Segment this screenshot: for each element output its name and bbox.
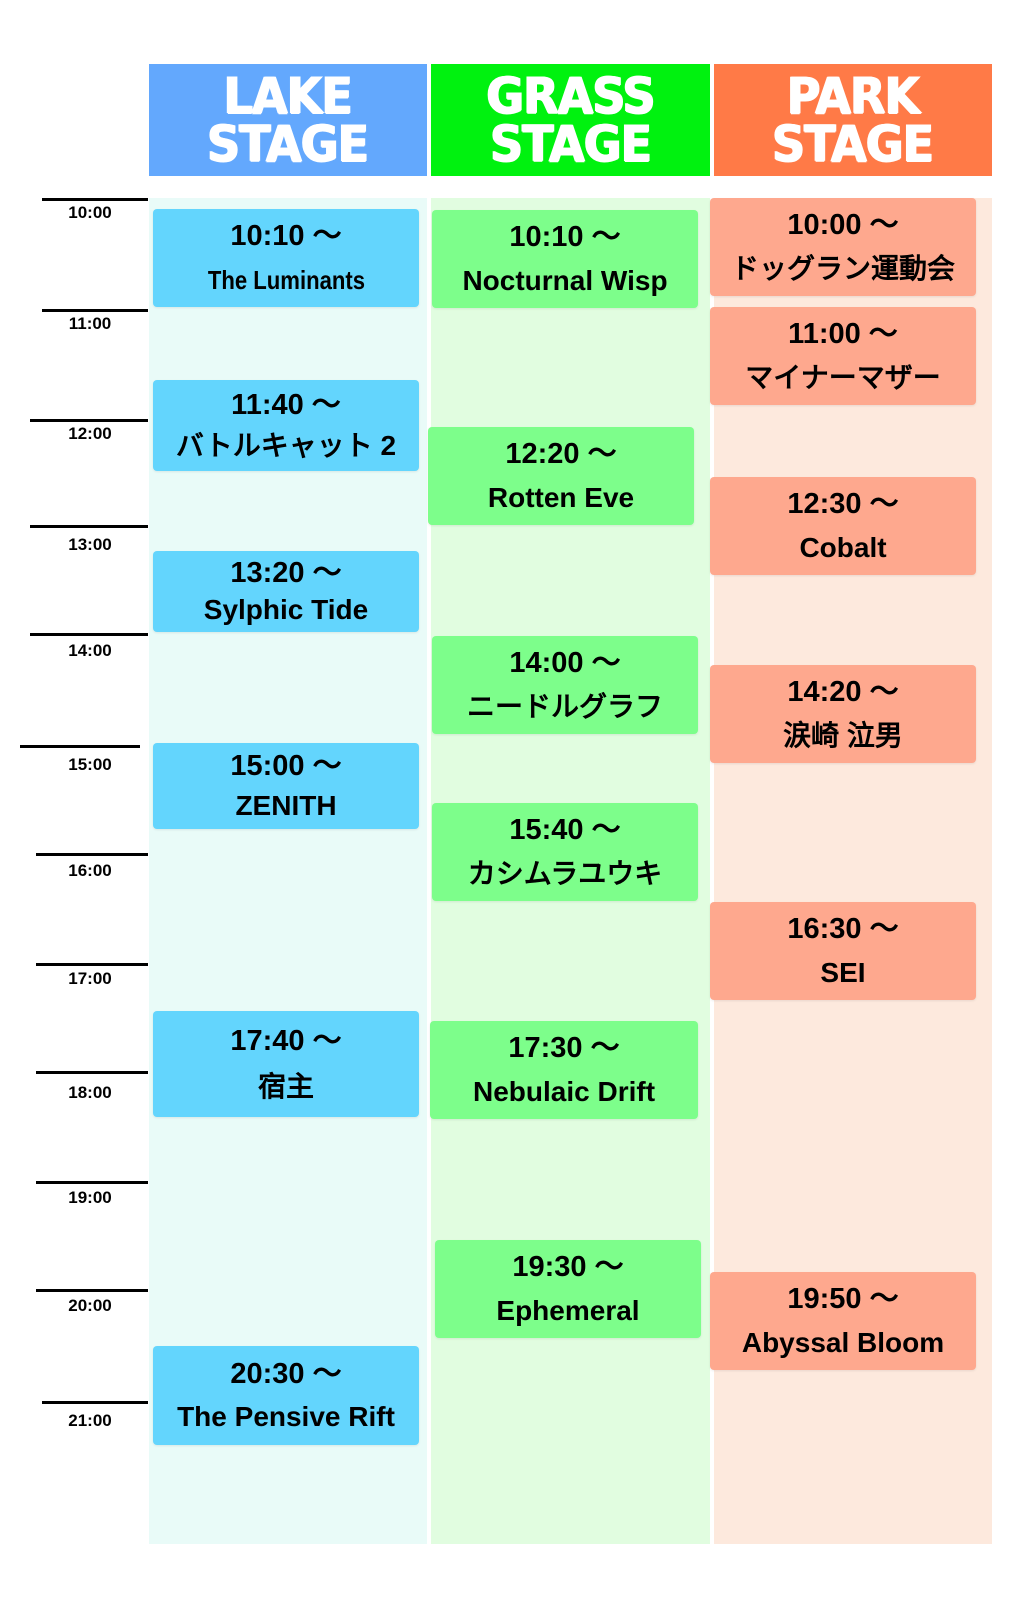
slot-artist: Sylphic Tide — [203, 594, 369, 626]
slot-artist: Nebulaic Drift — [472, 1075, 656, 1107]
hour-line — [42, 198, 148, 201]
slot-artist: ニードルグラフ — [466, 690, 663, 722]
time-label: 12:00 — [68, 424, 112, 443]
slot-artist: The Pensive Rift — [177, 1401, 395, 1433]
slot-time: 14:20 ～ — [787, 676, 899, 709]
lake-slot-the-luminants[interactable]: 10:10 ～ The Luminants — [153, 209, 419, 307]
hour-line — [36, 1289, 148, 1292]
hour-line — [30, 419, 148, 422]
slot-time: 20:30 ～ — [230, 1357, 342, 1390]
lake-slot-zenith[interactable]: 15:00 ～ ZENITH — [153, 743, 419, 829]
slot-time: 14:00 ～ — [509, 647, 621, 680]
park-slot-sei[interactable]: 16:30 ～ SEI — [710, 902, 976, 1000]
slot-artist: The Luminants — [207, 264, 365, 295]
time-label: 16:00 — [68, 861, 112, 880]
slot-time: 15:40 ～ — [509, 814, 621, 847]
slot-artist: ZENITH — [235, 789, 337, 821]
time-label: 14:00 — [68, 641, 112, 660]
time-label: 21:00 — [68, 1411, 112, 1430]
hour-line — [36, 1071, 148, 1074]
park-slot-abyssal-bloom[interactable]: 19:50 ～ Abyssal Bloom — [710, 1272, 976, 1370]
slot-time: 10:10 ～ — [230, 220, 342, 253]
park-slot-minor-mother[interactable]: 11:00 ～ マイナーマザー — [710, 307, 976, 405]
slot-artist: 涙崎 泣男 — [783, 719, 903, 751]
lake-slot-the-pensive-rift[interactable]: 20:30 ～ The Pensive Rift — [153, 1346, 419, 1445]
hour-line — [20, 745, 140, 748]
park-slot-dogrun-undoukai[interactable]: 10:00 ～ ドッグラン運動会 — [710, 198, 976, 296]
grass-stage-header: GRASS STAGE — [431, 64, 710, 176]
hour-line — [42, 309, 148, 312]
slot-artist: Abyssal Bloom — [741, 1326, 945, 1358]
time-label: 20:00 — [68, 1296, 112, 1315]
park-stage-title-line1: PARK — [786, 67, 920, 125]
park-slot-namidazaki-nakio[interactable]: 14:20 ～ 涙崎 泣男 — [710, 665, 976, 763]
slot-time: 15:00 ～ — [230, 750, 342, 783]
time-label: 11:00 — [68, 314, 112, 333]
hour-line — [30, 525, 148, 528]
slot-artist: Cobalt — [799, 531, 887, 563]
slot-time: 17:30 ～ — [508, 1032, 620, 1065]
hour-line — [36, 853, 148, 856]
lake-slot-shukushu[interactable]: 17:40 ～ 宿主 — [153, 1011, 419, 1117]
lake-stage-header: LAKE STAGE — [149, 64, 427, 176]
slot-artist: ドッグラン運動会 — [730, 252, 955, 284]
time-label: 19:00 — [68, 1188, 112, 1207]
slot-artist: SEI — [820, 956, 866, 988]
hour-line — [36, 963, 148, 966]
time-label: 17:00 — [68, 969, 112, 988]
time-label: 15:00 — [68, 755, 112, 774]
slot-artist: カシムラユウキ — [467, 857, 663, 889]
time-label: 18:00 — [68, 1083, 112, 1102]
grass-slot-nocturnal-wisp[interactable]: 10:10 ～ Nocturnal Wisp — [432, 210, 698, 308]
slot-time: 13:20 ～ — [230, 556, 342, 589]
lake-slot-battlecat-2[interactable]: 11:40 ～ バトルキャット 2 — [153, 380, 419, 471]
lake-stage-title-line2: STAGE — [207, 115, 369, 173]
time-label: 10:00 — [68, 203, 112, 222]
park-slot-cobalt[interactable]: 12:30 ～ Cobalt — [710, 477, 976, 575]
lake-slot-sylphic-tide[interactable]: 13:20 ～ Sylphic Tide — [153, 551, 419, 632]
hour-line — [42, 1401, 148, 1404]
grass-slot-kashimura-yuuki[interactable]: 15:40 ～ カシムラユウキ — [432, 803, 698, 901]
slot-time: 10:00 ～ — [787, 209, 899, 242]
slot-artist: Rotten Eve — [487, 481, 635, 513]
grass-stage-title-line1: GRASS — [486, 67, 655, 125]
slot-time: 12:20 ～ — [505, 438, 617, 471]
slot-artist: 宿主 — [257, 1071, 314, 1102]
slot-time: 16:30 ～ — [787, 913, 899, 946]
slot-time: 17:40 ～ — [230, 1025, 342, 1057]
grass-slot-rotten-eve[interactable]: 12:20 ～ Rotten Eve — [428, 427, 694, 525]
hour-line — [36, 1181, 148, 1184]
slot-artist: Ephemeral — [496, 1294, 640, 1326]
slot-artist: Nocturnal Wisp — [462, 264, 668, 296]
grass-stage-title-line2: STAGE — [489, 115, 652, 173]
grass-slot-needlegraph[interactable]: 14:00 ～ ニードルグラフ — [432, 636, 698, 734]
slot-time: 11:00 ～ — [788, 318, 898, 351]
hour-line — [30, 633, 148, 636]
grass-slot-nebulaic-drift[interactable]: 17:30 ～ Nebulaic Drift — [430, 1021, 698, 1119]
slot-artist: バトルキャット 2 — [175, 430, 397, 461]
time-label: 13:00 — [68, 535, 112, 554]
slot-time: 19:50 ～ — [787, 1283, 899, 1316]
lake-stage-title-line1: LAKE — [223, 67, 353, 125]
slot-time: 11:40 ～ — [231, 389, 341, 421]
park-stage-title-line2: STAGE — [772, 115, 934, 173]
grass-slot-ephemeral[interactable]: 19:30 ～ Ephemeral — [435, 1240, 701, 1338]
park-stage-header: PARK STAGE — [714, 64, 992, 176]
slot-time: 10:10 ～ — [509, 221, 621, 254]
slot-time: 19:30 ～ — [512, 1251, 624, 1284]
slot-time: 12:30 ～ — [787, 488, 899, 521]
slot-artist: マイナーマザー — [745, 361, 941, 393]
